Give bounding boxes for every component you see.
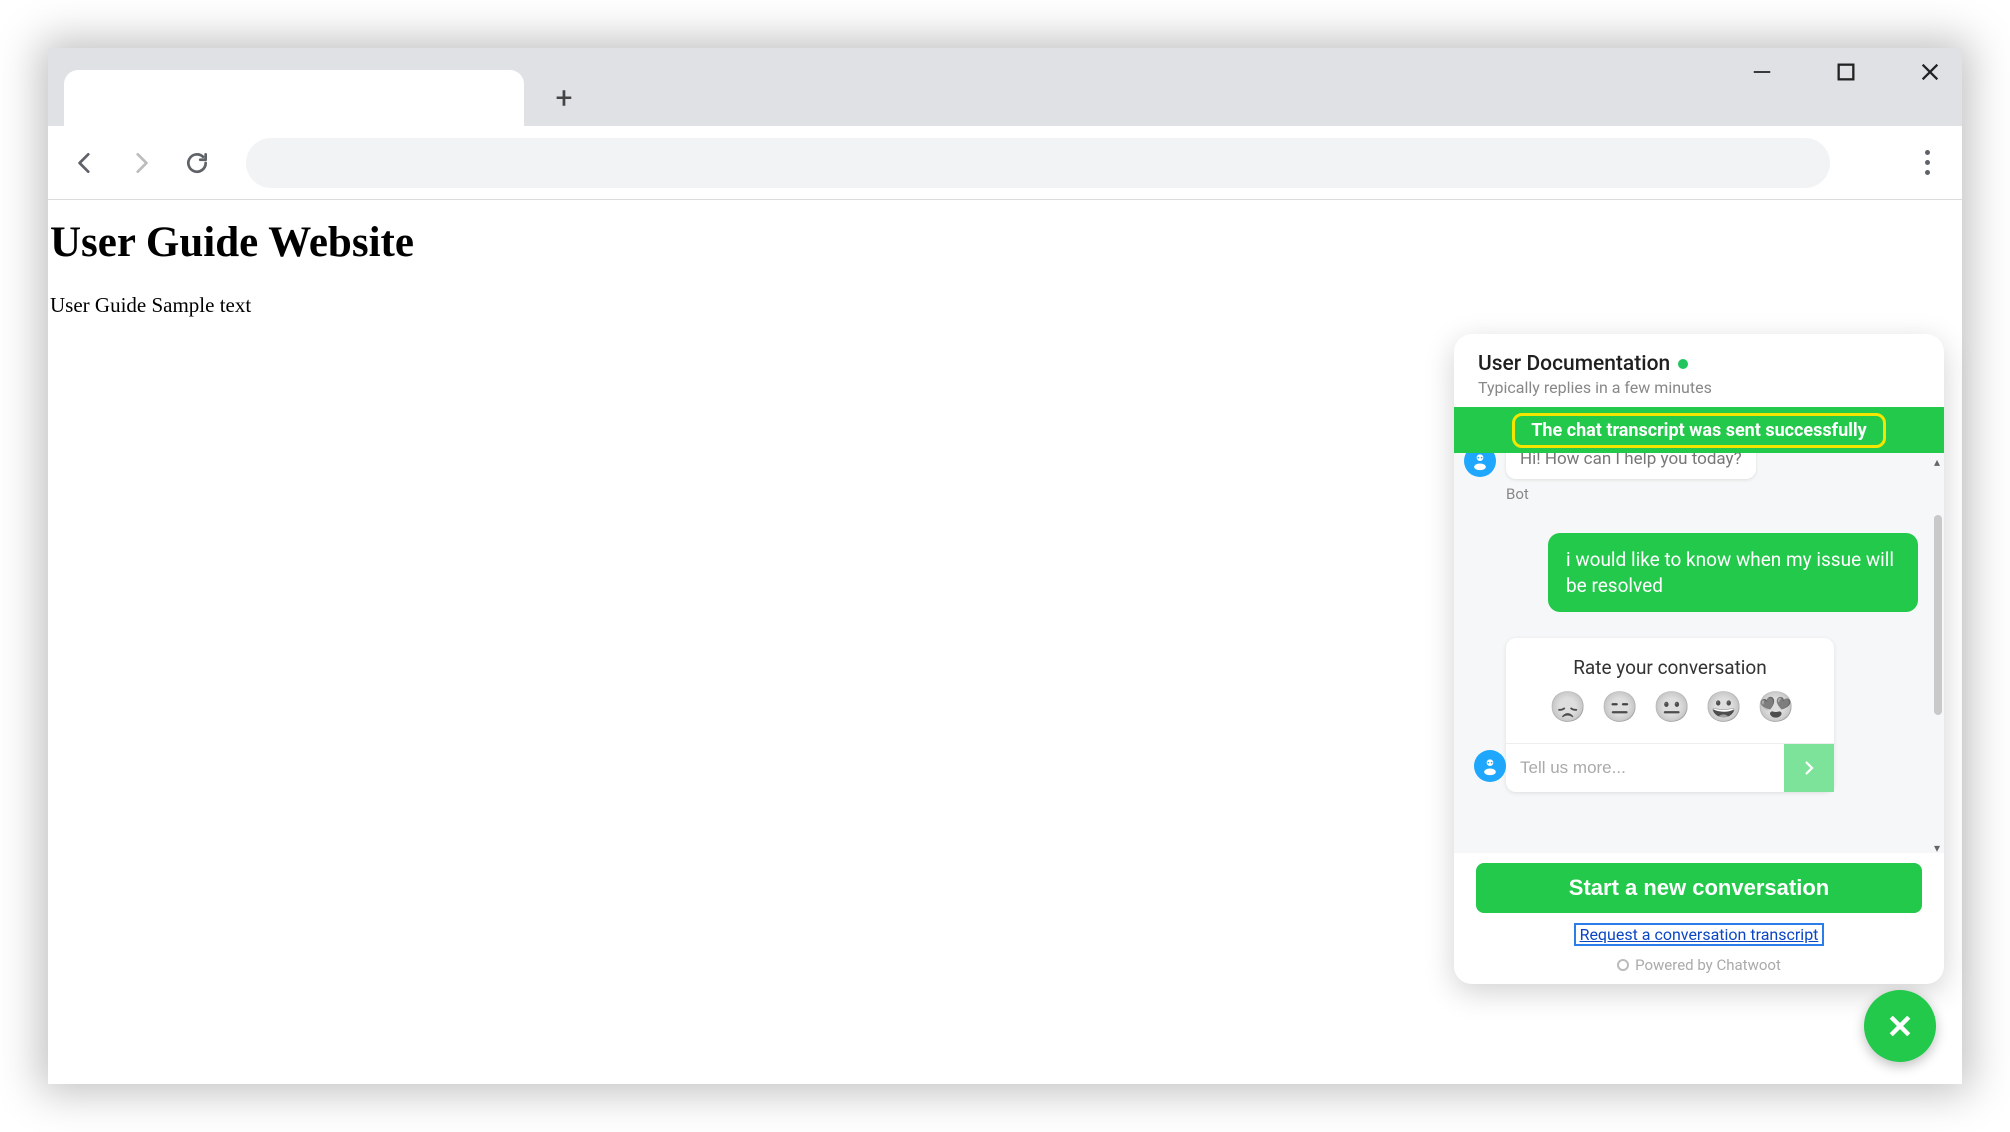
toast-banner: The chat transcript was sent successfull… — [1454, 407, 1944, 453]
user-message-bubble: i would like to know when my issue will … — [1548, 533, 1918, 612]
start-new-conversation-button[interactable]: Start a new conversation — [1476, 863, 1922, 913]
bot-label: Bot — [1506, 485, 1934, 503]
chat-body: ▴ ▾ Hi! How can I help you today? Bot i … — [1454, 453, 1944, 853]
chat-subtitle: Typically replies in a few minutes — [1478, 378, 1920, 397]
minimize-button[interactable] — [1744, 54, 1780, 90]
request-transcript-link[interactable]: Request a conversation transcript — [1574, 923, 1825, 946]
browser-toolbar — [48, 126, 1962, 200]
chat-widget: User Documentation Typically replies in … — [1454, 334, 1944, 984]
scroll-down-arrow[interactable]: ▾ — [1932, 841, 1942, 851]
rating-emoji-1[interactable]: 😞 — [1549, 693, 1583, 727]
browser-window: + User Guide Website User Guide Sample — [48, 48, 1962, 1084]
rating-emoji-4[interactable]: 😀 — [1705, 693, 1739, 727]
rating-card: Rate your conversation 😞 😑 😐 😀 😍 — [1506, 638, 1834, 792]
chat-footer: Start a new conversation Request a conve… — [1454, 853, 1944, 984]
tab-strip: + — [48, 48, 1962, 126]
browser-tab[interactable] — [64, 70, 524, 126]
online-indicator — [1678, 359, 1688, 369]
window-controls — [1744, 54, 1948, 90]
back-button[interactable] — [68, 146, 102, 180]
rating-title: Rate your conversation — [1506, 638, 1834, 685]
bot-message-bubble: Hi! How can I help you today? — [1506, 453, 1756, 479]
rating-feedback-input[interactable] — [1506, 744, 1784, 792]
address-bar[interactable] — [246, 138, 1830, 188]
forward-button[interactable] — [124, 146, 158, 180]
maximize-button[interactable] — [1828, 54, 1864, 90]
chatwoot-logo-icon — [1617, 959, 1629, 971]
bot-avatar-icon — [1464, 453, 1496, 477]
chat-header: User Documentation Typically replies in … — [1454, 334, 1944, 407]
toast-message: The chat transcript was sent successfull… — [1512, 413, 1885, 448]
rating-emoji-5[interactable]: 😍 — [1757, 693, 1791, 727]
rating-emoji-3[interactable]: 😐 — [1653, 693, 1687, 727]
rating-emoji-row: 😞 😑 😐 😀 😍 — [1506, 685, 1834, 743]
rating-emoji-2[interactable]: 😑 — [1601, 693, 1635, 727]
bot-message-row: Hi! How can I help you today? — [1464, 453, 1934, 479]
reload-button[interactable] — [180, 146, 214, 180]
powered-by: Powered by Chatwoot — [1617, 956, 1781, 974]
scroll-up-arrow[interactable]: ▴ — [1932, 455, 1942, 465]
new-tab-button[interactable]: + — [542, 76, 586, 120]
scrollbar-thumb[interactable] — [1934, 515, 1942, 715]
powered-by-label: Powered by Chatwoot — [1635, 956, 1781, 974]
page-body-text: User Guide Sample text — [50, 293, 1962, 318]
rating-submit-button[interactable] — [1784, 744, 1834, 792]
close-window-button[interactable] — [1912, 54, 1948, 90]
rating-input-row — [1506, 743, 1834, 792]
chat-title: User Documentation — [1478, 352, 1670, 376]
browser-menu-button[interactable] — [1912, 150, 1942, 175]
page-content: User Guide Website User Guide Sample tex… — [48, 200, 1962, 318]
page-title: User Guide Website — [50, 218, 1962, 267]
chat-toggle-fab[interactable] — [1864, 990, 1936, 1062]
bot-avatar-icon — [1474, 750, 1506, 782]
